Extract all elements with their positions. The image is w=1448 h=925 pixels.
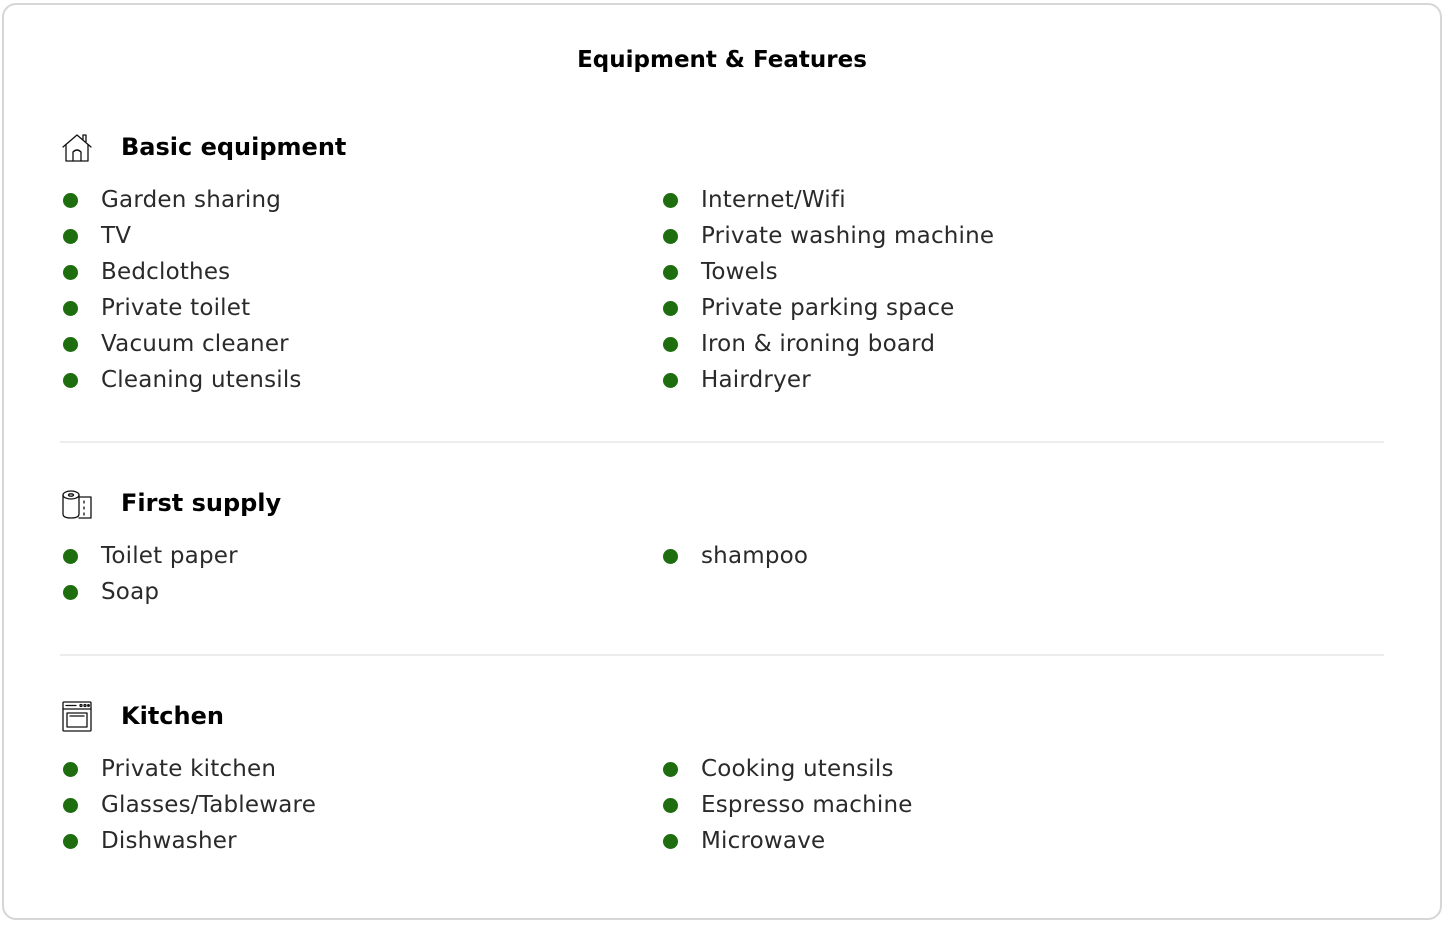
list-item: Glasses/Tableware: [60, 787, 620, 823]
list-item: Private kitchen: [60, 751, 620, 787]
bullet: [663, 373, 678, 388]
item-label: Dishwasher: [101, 828, 237, 854]
item-label: Toilet paper: [101, 543, 238, 569]
bullet: [663, 834, 678, 849]
item-label: Bedclothes: [101, 259, 231, 285]
list-item: Bedclothes: [60, 254, 620, 290]
list-item: Cooking utensils: [660, 751, 1220, 787]
item-label: Vacuum cleaner: [101, 331, 289, 357]
item-label: Iron & ironing board: [701, 331, 936, 357]
list-item: Microwave: [660, 823, 1220, 859]
item-label: Private kitchen: [101, 756, 277, 782]
section-first-supply: First supply Toilet paper Soap shampoo: [60, 486, 1384, 626]
bullet: [63, 265, 78, 280]
section-header: First supply: [60, 486, 1384, 520]
section-title: Basic equipment: [121, 133, 347, 161]
item-label: Private toilet: [101, 295, 251, 321]
bullet: [63, 549, 78, 564]
bullet: [663, 337, 678, 352]
section-title: Kitchen: [121, 702, 224, 730]
item-label: Glasses/Tableware: [101, 792, 317, 818]
section-kitchen: Kitchen Private kitchen Glasses/Tablewar…: [60, 699, 1384, 879]
item-label: TV: [101, 223, 132, 249]
list-item: Private toilet: [60, 290, 620, 326]
bullet: [63, 301, 78, 316]
item-label: Private parking space: [701, 295, 955, 321]
bullet: [663, 229, 678, 244]
bullet: [63, 229, 78, 244]
list-item: Iron & ironing board: [660, 326, 1220, 362]
item-label: Cooking utensils: [701, 756, 894, 782]
card-title: Equipment & Features: [577, 47, 867, 73]
list-item: Internet/Wifi: [660, 182, 1220, 218]
section-divider: [60, 654, 1384, 656]
item-label: shampoo: [701, 543, 809, 569]
list-item: Cleaning utensils: [60, 362, 620, 398]
list-item: Towels: [660, 254, 1220, 290]
item-label: Espresso machine: [701, 792, 913, 818]
oven-icon: [60, 699, 94, 733]
item-label: Microwave: [701, 828, 826, 854]
list-item: shampoo: [660, 538, 1220, 574]
list-item: Soap: [60, 574, 620, 610]
section-header: Basic equipment: [60, 130, 1384, 164]
list-item: Garden sharing: [60, 182, 620, 218]
bullet: [663, 549, 678, 564]
bullet: [63, 585, 78, 600]
bullet: [663, 301, 678, 316]
item-label: Internet/Wifi: [701, 187, 846, 213]
bullet: [663, 798, 678, 813]
item-label: Garden sharing: [101, 187, 282, 213]
list-item: Dishwasher: [60, 823, 620, 859]
item-label: Hairdryer: [701, 367, 811, 393]
section-divider: [60, 441, 1384, 443]
bullet: [663, 762, 678, 777]
item-label: Soap: [101, 579, 160, 605]
bullet: [63, 373, 78, 388]
bullet: [63, 834, 78, 849]
bullet: [63, 798, 78, 813]
bullet: [663, 193, 678, 208]
item-label: Cleaning utensils: [101, 367, 302, 393]
list-item: Hairdryer: [660, 362, 1220, 398]
list-item: Vacuum cleaner: [60, 326, 620, 362]
bullet: [63, 762, 78, 777]
item-label: Private washing machine: [701, 223, 995, 249]
list-item: Private washing machine: [660, 218, 1220, 254]
list-item: Private parking space: [660, 290, 1220, 326]
section-header: Kitchen: [60, 699, 1384, 733]
bullet: [663, 265, 678, 280]
item-label: Towels: [701, 259, 778, 285]
list-item: TV: [60, 218, 620, 254]
bullet: [63, 193, 78, 208]
house-icon: [60, 130, 94, 164]
list-item: Toilet paper: [60, 538, 620, 574]
section-basic-equipment: Basic equipment Garden sharing TV Bedclo…: [60, 130, 1384, 410]
toilet-paper-icon: [60, 486, 94, 520]
section-title: First supply: [121, 489, 282, 517]
list-item: Espresso machine: [660, 787, 1220, 823]
bullet: [63, 337, 78, 352]
